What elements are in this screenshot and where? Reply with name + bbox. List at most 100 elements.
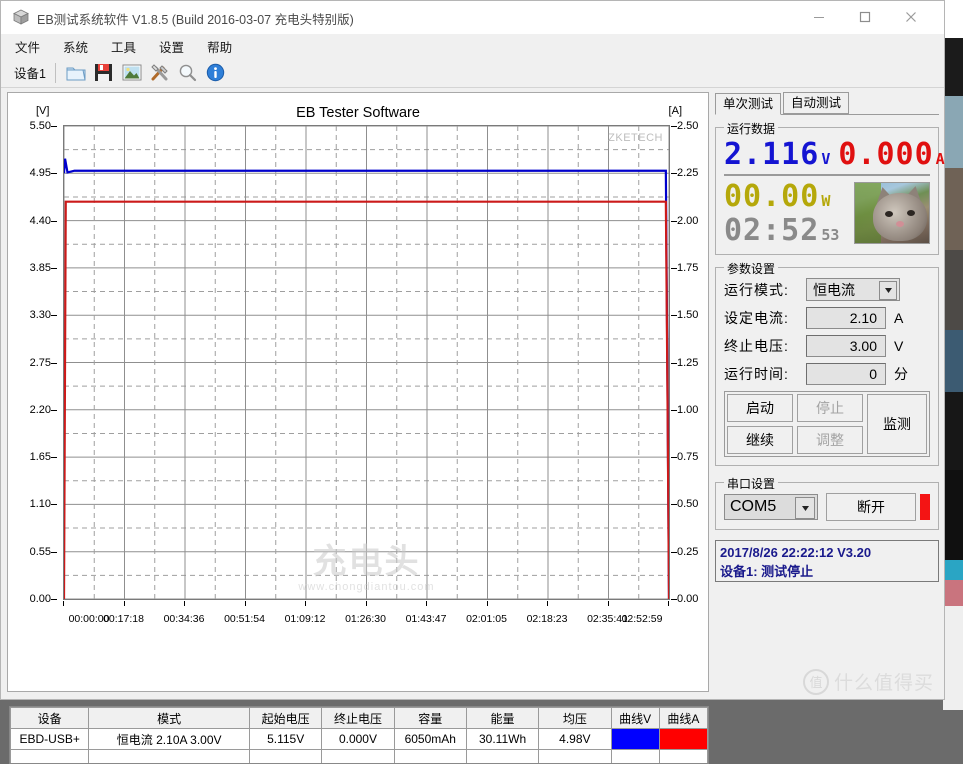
app-icon [13,9,29,25]
x-axis-tickmark [608,601,609,606]
y-axis-right-tickmark [671,599,677,600]
info-icon[interactable] [202,60,230,85]
power-unit: W [821,192,830,210]
results-table-container[interactable]: 设备模式起始电压终止电压容量能量均压曲线V曲线A EBD-USB+恒电流 2.1… [9,706,709,764]
plot-area[interactable]: ZKETECH 充电头 www.chongdiantou.com [63,125,670,600]
table-empty-cell [659,750,707,764]
set-current-input[interactable]: 2.10 [806,307,886,329]
table-empty-cell [466,750,538,764]
set-current-unit: A [894,310,903,326]
smzdm-badge: 值 [803,669,829,695]
run-time-input[interactable]: 0 [806,363,886,385]
y-axis-right-tickmark [671,221,677,222]
y-axis-right-tick: 0.50 [677,498,698,510]
chart-svg [64,126,669,599]
y-axis-right-tick: 0.25 [677,546,698,558]
zoom-icon[interactable] [174,60,202,85]
x-axis-tick-label: 01:43:47 [406,613,447,625]
table-row[interactable]: EBD-USB+恒电流 2.10A 3.00V5.115V0.000V6050m… [11,729,708,750]
y-axis-right-ticks: 0.000.250.500.751.001.251.501.752.002.25… [671,125,711,600]
adjust-button[interactable]: 调整 [797,426,863,454]
run-time-label: 运行时间: [724,364,806,384]
menu-item-tools[interactable]: 工具 [109,35,138,58]
y-axis-right-tickmark [671,268,677,269]
com-port-select[interactable]: COM5 [724,494,818,520]
cutoff-voltage-label: 终止电压: [724,336,806,356]
cutoff-voltage-input[interactable]: 3.00 [806,335,886,357]
cutoff-voltage-row: 终止电压: 3.00 V [724,335,930,357]
serial-port-title: 串口设置 [724,475,778,492]
table-cell-mode: 恒电流 2.10A 3.00V [89,729,250,750]
menu-bar: 文件 系统 工具 设置 帮助 [1,34,944,58]
chevron-down-icon[interactable] [879,281,897,300]
y-axis-left-tickmark [51,315,57,316]
x-axis-tick-label: 02:01:05 [466,613,507,625]
stop-button[interactable]: 停止 [797,394,863,422]
smzdm-text: 什么值得买 [834,668,934,695]
menu-item-help[interactable]: 帮助 [205,35,234,58]
table-empty-cell [89,750,250,764]
disconnect-button[interactable]: 断开 [826,493,916,521]
current-value: 0.000 [838,140,933,170]
start-button[interactable]: 启动 [727,394,793,422]
parameter-settings-group: 参数设置 运行模式: 恒电流 设定电流: 2.10 A [715,267,939,466]
results-table: 设备模式起始电压终止电压容量能量均压曲线V曲线A EBD-USB+恒电流 2.1… [10,707,708,764]
table-empty-cell [611,750,659,764]
y-axis-left-tick: 0.55 [30,546,51,558]
save-floppy-icon[interactable] [90,60,118,85]
title-bar: EB测试系统软件 V1.8.5 (Build 2016-03-07 充电头特别版… [1,1,944,34]
run-mode-row: 运行模式: 恒电流 [724,278,930,301]
menu-item-file[interactable]: 文件 [13,35,42,58]
image-icon[interactable] [118,60,146,85]
elapsed-time-value: 02:52 [724,216,819,246]
y-axis-left-tickmark [51,410,57,411]
chevron-down-icon[interactable] [795,497,815,519]
table-cell-curve-a-swatch[interactable] [659,729,707,750]
tools-icon[interactable] [146,60,174,85]
parameter-settings-title: 参数设置 [724,260,778,277]
y-axis-right-tickmark [671,173,677,174]
y-axis-left-tick: 3.85 [30,262,51,274]
connection-status-led [920,494,930,520]
table-cell-curve-v-swatch[interactable] [611,729,659,750]
y-axis-right-tickmark [671,504,677,505]
maximize-button[interactable] [842,1,888,33]
control-button-box: 启动 停止 继续 调整 监测 [724,391,930,457]
table-empty-cell [322,750,394,764]
elapsed-time-seconds: 53 [821,226,839,244]
y-axis-right-tick: 1.00 [677,404,698,416]
monitor-button[interactable]: 监测 [867,394,927,454]
x-axis-tickmark [63,601,64,606]
com-port-value: COM5 [730,498,776,516]
y-axis-left-tickmark [51,268,57,269]
table-header-row: 设备模式起始电压终止电压容量能量均压曲线V曲线A [11,708,708,729]
menu-item-system[interactable]: 系统 [61,35,90,58]
menu-item-settings[interactable]: 设置 [157,35,186,58]
tab-auto-test[interactable]: 自动测试 [783,92,849,114]
status-log-line-1: 2017/8/26 22:22:12 V3.20 [720,543,934,562]
application-window: EB测试系统软件 V1.8.5 (Build 2016-03-07 充电头特别版… [0,0,945,700]
x-axis: 00:00:0000:17:1800:34:3600:51:5401:09:12… [63,601,670,631]
close-button[interactable] [888,1,934,33]
y-axis-right-tickmark [671,363,677,364]
table-header-cell: 均压 [539,708,611,729]
desktop-background-strip [943,0,963,710]
continue-button[interactable]: 继续 [727,426,793,454]
current-unit: A [936,150,945,168]
tab-single-test[interactable]: 单次测试 [715,93,781,115]
minimize-button[interactable] [796,1,842,33]
toolbar-device-label[interactable]: 设备1 [9,60,53,85]
x-axis-tick-label: 00:51:54 [224,613,265,625]
run-mode-label: 运行模式: [724,280,806,300]
x-axis-tick-label: 01:26:30 [345,613,386,625]
x-axis-tickmark [305,601,306,606]
y-axis-left-tick: 4.40 [30,215,51,227]
y-axis-left-tick: 3.30 [30,309,51,321]
x-axis-tickmark [487,601,488,606]
open-folder-icon[interactable] [62,60,90,85]
x-axis-tickmark [426,601,427,606]
run-mode-select[interactable]: 恒电流 [806,278,900,301]
voltage-unit: V [821,150,830,168]
y-axis-left-tickmark [51,363,57,364]
x-axis-tick-label: 02:18:23 [527,613,568,625]
